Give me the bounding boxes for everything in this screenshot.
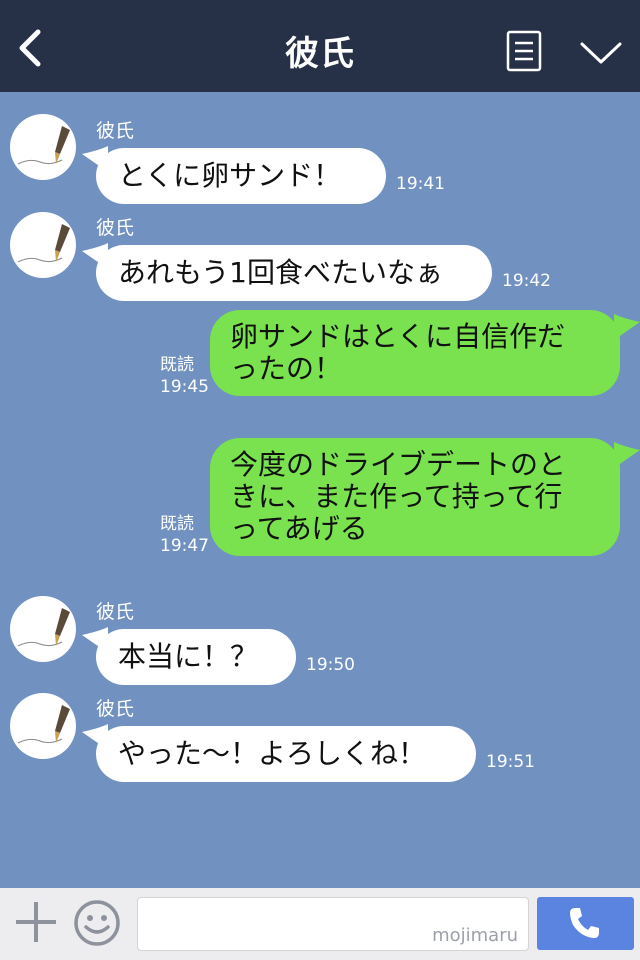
message-bubble[interactable]: 今度のドライブデートのと きに、また作って持って行 ってあげる: [210, 438, 620, 556]
message-line: ってあげる: [230, 512, 368, 545]
input-bar: mojimaru: [0, 888, 640, 960]
message-time: 19:42: [502, 271, 551, 291]
message-bubble[interactable]: 本当に！？: [96, 629, 296, 685]
avatar[interactable]: [10, 596, 76, 662]
message-line: 今度のドライブデートのと: [230, 448, 567, 481]
menu-list-icon[interactable]: [506, 30, 542, 72]
avatar[interactable]: [10, 212, 76, 278]
message-line: ったの！: [230, 352, 343, 385]
read-receipt: 既読 19:47: [160, 513, 209, 557]
message-input[interactable]: mojimaru: [137, 897, 529, 951]
watermark-text: mojimaru: [432, 925, 518, 946]
message-text: やった〜！よろしくね！: [118, 737, 427, 770]
avatar[interactable]: [10, 114, 76, 180]
fountain-pen-icon: [17, 705, 70, 744]
message-time: 19:45: [160, 377, 209, 397]
plus-icon[interactable]: [14, 900, 58, 944]
chat-title: 彼氏: [285, 34, 355, 74]
phone-icon: [570, 908, 599, 938]
message-time: 19:41: [396, 174, 445, 194]
chat-header: 彼氏: [0, 0, 640, 92]
message-text: とくに卵サンド！: [118, 159, 342, 192]
message-line: きに、また作って持って行: [230, 480, 563, 513]
message-bubble[interactable]: 卵サンドはとくに自信作だ ったの！: [210, 310, 620, 396]
message-line: 卵サンドはとくに自信作だ: [230, 320, 566, 353]
message-time: 19:50: [306, 655, 355, 675]
message-time: 19:47: [160, 536, 209, 556]
message-list[interactable]: 彼氏 とくに卵サンド！ 19:41 彼氏 あれもう1回食べたいなぁ 19:42 …: [0, 92, 640, 888]
chevron-down-icon[interactable]: [578, 36, 624, 68]
message-bubble[interactable]: あれもう1回食べたいなぁ: [96, 245, 492, 301]
sender-name: 彼氏: [96, 120, 135, 142]
sender-name: 彼氏: [96, 698, 135, 720]
message-text: あれもう1回食べたいなぁ: [118, 256, 443, 289]
message-text: 本当に！？: [118, 640, 259, 673]
read-status: 既読: [160, 355, 194, 375]
call-button[interactable]: [537, 897, 634, 950]
fountain-pen-icon: [17, 608, 70, 647]
avatar[interactable]: [10, 693, 76, 759]
sender-name: 彼氏: [96, 217, 135, 239]
read-receipt: 既読 19:45: [160, 354, 209, 398]
message-time: 19:51: [486, 752, 535, 772]
sender-name: 彼氏: [96, 601, 135, 623]
fountain-pen-icon: [17, 126, 70, 165]
fountain-pen-icon: [17, 224, 70, 263]
message-bubble[interactable]: とくに卵サンド！: [96, 148, 386, 204]
read-status: 既読: [160, 514, 194, 534]
smiley-icon[interactable]: [73, 899, 121, 947]
message-bubble[interactable]: やった〜！よろしくね！: [96, 726, 476, 782]
